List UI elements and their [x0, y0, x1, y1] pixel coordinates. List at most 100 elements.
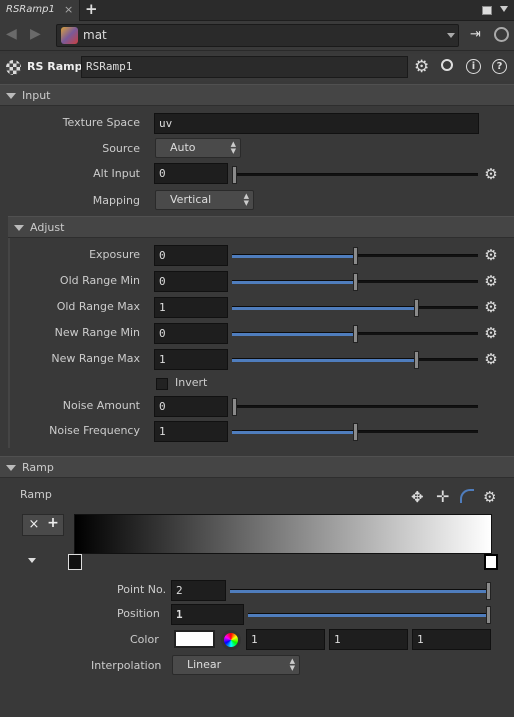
updown-arrows-icon: ▲ ▼: [243, 192, 249, 207]
help-icon[interactable]: ?: [492, 59, 507, 74]
invert-checkbox[interactable]: [156, 378, 168, 390]
exposure-label: Exposure: [89, 248, 140, 261]
path-value: mat: [83, 28, 107, 42]
interpolation-dropdown[interactable]: Linear ▲ ▼: [172, 655, 300, 675]
curve-mode-icon[interactable]: [460, 489, 474, 503]
network-path-field[interactable]: mat: [56, 24, 459, 47]
updown-arrows-icon: ▲ ▼: [230, 140, 236, 155]
new-range-min-field[interactable]: 0: [154, 323, 228, 344]
mapping-value: Vertical: [170, 193, 212, 206]
old-range-min-gear-icon[interactable]: ⚙: [483, 273, 499, 289]
old-range-min-field[interactable]: 0: [154, 271, 228, 292]
point-no-slider[interactable]: [230, 582, 491, 600]
interpolation-value: Linear: [187, 658, 222, 671]
adjust-section-border: [8, 238, 10, 448]
color-b-field[interactable]: 1: [412, 629, 491, 650]
minimize-icon[interactable]: [482, 6, 492, 15]
alt-input-label: Alt Input: [93, 167, 140, 180]
ramp-gradient-bar[interactable]: [74, 514, 492, 554]
position-field[interactable]: 1: [171, 604, 244, 625]
source-label: Source: [102, 142, 140, 155]
back-arrow-icon[interactable]: ◀: [6, 26, 17, 42]
input-section-header[interactable]: Input: [0, 84, 514, 106]
remove-point-button[interactable]: ×: [26, 516, 42, 533]
path-dropdown-icon[interactable]: [447, 33, 455, 38]
path-bar: ◀ ▶ mat ⇥: [0, 21, 514, 51]
point-no-label: Point No.: [117, 583, 167, 596]
point-no-field[interactable]: 2: [171, 580, 226, 601]
collapse-triangle-icon: [6, 464, 16, 471]
tab-label: RSRamp1: [6, 4, 55, 15]
exposure-slider[interactable]: [232, 247, 478, 265]
new-range-min-gear-icon[interactable]: ⚙: [483, 325, 499, 341]
node-name-field[interactable]: RSRamp1: [81, 56, 408, 78]
texture-space-field[interactable]: uv: [154, 113, 479, 134]
color-label: Color: [130, 633, 159, 646]
noise-frequency-field[interactable]: 1: [154, 421, 228, 442]
ramp-key-start[interactable]: [68, 554, 82, 570]
tab-close-icon[interactable]: ×: [64, 0, 73, 20]
adjust-section-header[interactable]: Adjust: [8, 216, 514, 238]
noise-frequency-label: Noise Frequency: [49, 424, 140, 437]
ramp-gear-icon[interactable]: ⚙: [483, 488, 496, 506]
collapse-triangle-icon: [6, 92, 16, 99]
texture-space-label: Texture Space: [62, 116, 140, 129]
ramp-section-header[interactable]: Ramp: [0, 456, 514, 478]
new-range-min-slider[interactable]: [232, 325, 478, 343]
exposure-field[interactable]: 0: [154, 245, 228, 266]
alt-input-gear-icon[interactable]: ⚙: [483, 166, 499, 182]
position-label: Position: [117, 607, 160, 620]
link-icon[interactable]: [494, 27, 509, 42]
collapse-triangle-icon: [14, 224, 24, 231]
gear-menu-icon[interactable]: ⚙: [414, 57, 429, 77]
info-icon[interactable]: i: [466, 59, 481, 74]
new-range-max-field[interactable]: 1: [154, 349, 228, 370]
noise-amount-field[interactable]: 0: [154, 396, 228, 417]
source-dropdown[interactable]: Auto ▲ ▼: [155, 138, 241, 158]
exposure-gear-icon[interactable]: ⚙: [483, 247, 499, 263]
updown-arrows-icon: ▲ ▼: [289, 657, 295, 672]
old-range-max-label: Old Range Max: [56, 300, 140, 313]
search-icon[interactable]: [441, 59, 453, 71]
old-range-max-slider[interactable]: [232, 299, 478, 317]
noise-frequency-slider[interactable]: [232, 423, 478, 441]
color-swatch[interactable]: [174, 630, 215, 648]
add-point-icon[interactable]: ✛: [436, 487, 449, 506]
new-range-min-label: New Range Min: [54, 326, 140, 339]
color-wheel-icon[interactable]: [221, 630, 241, 650]
old-range-max-field[interactable]: 1: [154, 297, 228, 318]
noise-amount-label: Noise Amount: [62, 399, 140, 412]
old-range-max-gear-icon[interactable]: ⚙: [483, 299, 499, 315]
section-title: Input: [22, 89, 51, 102]
color-r-field[interactable]: 1: [246, 629, 325, 650]
node-header: RS Ramp RSRamp1 ⚙ i ?: [0, 54, 514, 81]
dropdown-arrow-icon[interactable]: [500, 6, 508, 12]
color-g-field[interactable]: 1: [329, 629, 408, 650]
alt-input-field[interactable]: 0: [154, 163, 228, 184]
material-network-icon: [61, 27, 78, 44]
add-tab-button[interactable]: +: [85, 0, 98, 19]
ramp-key-end[interactable]: [484, 554, 498, 570]
old-range-min-label: Old Range Min: [59, 274, 140, 287]
section-title: Ramp: [22, 461, 54, 474]
interpolation-label: Interpolation: [91, 659, 162, 672]
new-range-max-label: New Range Max: [51, 352, 140, 365]
node-type-label: RS Ramp: [27, 60, 83, 73]
forward-arrow-icon[interactable]: ▶: [30, 26, 41, 42]
mapping-dropdown[interactable]: Vertical ▲ ▼: [155, 190, 254, 210]
ramp-label: Ramp: [20, 488, 52, 501]
old-range-min-slider[interactable]: [232, 273, 478, 291]
new-range-max-gear-icon[interactable]: ⚙: [483, 351, 499, 367]
tab-bar: RSRamp1 × +: [0, 0, 514, 21]
position-slider[interactable]: [248, 606, 491, 624]
rs-ramp-node-icon: [6, 60, 21, 75]
move-point-icon[interactable]: ✥: [411, 488, 424, 506]
noise-amount-slider[interactable]: [232, 398, 478, 416]
add-point-button[interactable]: +: [45, 515, 61, 532]
section-title: Adjust: [30, 221, 65, 234]
pin-icon[interactable]: ⇥: [470, 27, 481, 42]
alt-input-slider[interactable]: [232, 166, 478, 184]
new-range-max-slider[interactable]: [232, 351, 478, 369]
ramp-expand-icon[interactable]: [28, 558, 36, 563]
tab-rsramp1[interactable]: RSRamp1 ×: [0, 0, 80, 21]
